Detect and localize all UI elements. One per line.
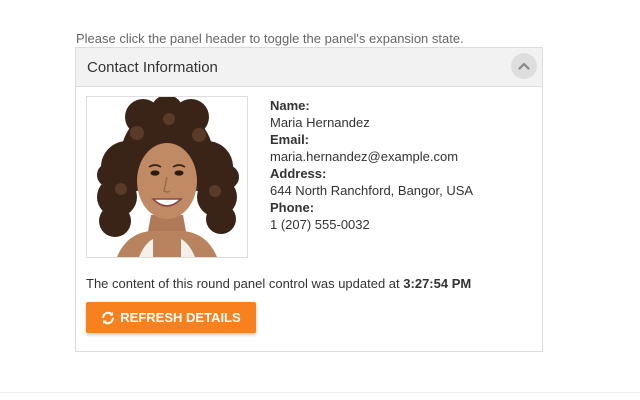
phone-value: 1 (207) 555-0032 [270, 217, 370, 232]
round-panel: Contact Information Name: Maria Hernande… [75, 47, 543, 352]
email-value: maria.hernandez@example.com [270, 149, 459, 164]
panel-title: Contact Information [87, 59, 218, 76]
contact-photo [86, 96, 248, 258]
update-status-text: The content of this round panel control … [86, 276, 400, 291]
panel-header[interactable]: Contact Information [76, 48, 542, 87]
refresh-details-label: REFRESH DETAILS [120, 310, 241, 325]
refresh-icon [102, 311, 115, 324]
update-time: 3:27:54 PM [403, 276, 472, 291]
email-label: Email: [270, 132, 310, 147]
divider [0, 392, 640, 393]
update-status: The content of this round panel control … [86, 276, 471, 291]
name-label: Name: [270, 98, 310, 113]
address-label: Address: [270, 166, 327, 181]
name-value: Maria Hernandez [270, 115, 370, 130]
phone-label: Phone: [270, 200, 315, 215]
chevron-up-icon [518, 62, 530, 70]
address-value: 644 North Ranchford, Bangor, USA [270, 183, 474, 198]
contact-details: Name: Maria Hernandez Email: maria.herna… [270, 97, 473, 233]
collapse-toggle-button[interactable] [511, 53, 537, 79]
instructions-text: Please click the panel header to toggle … [76, 31, 464, 46]
page: Please click the panel header to toggle … [0, 0, 640, 400]
refresh-details-button[interactable]: REFRESH DETAILS [86, 302, 256, 333]
contact-photo-image [87, 97, 247, 257]
